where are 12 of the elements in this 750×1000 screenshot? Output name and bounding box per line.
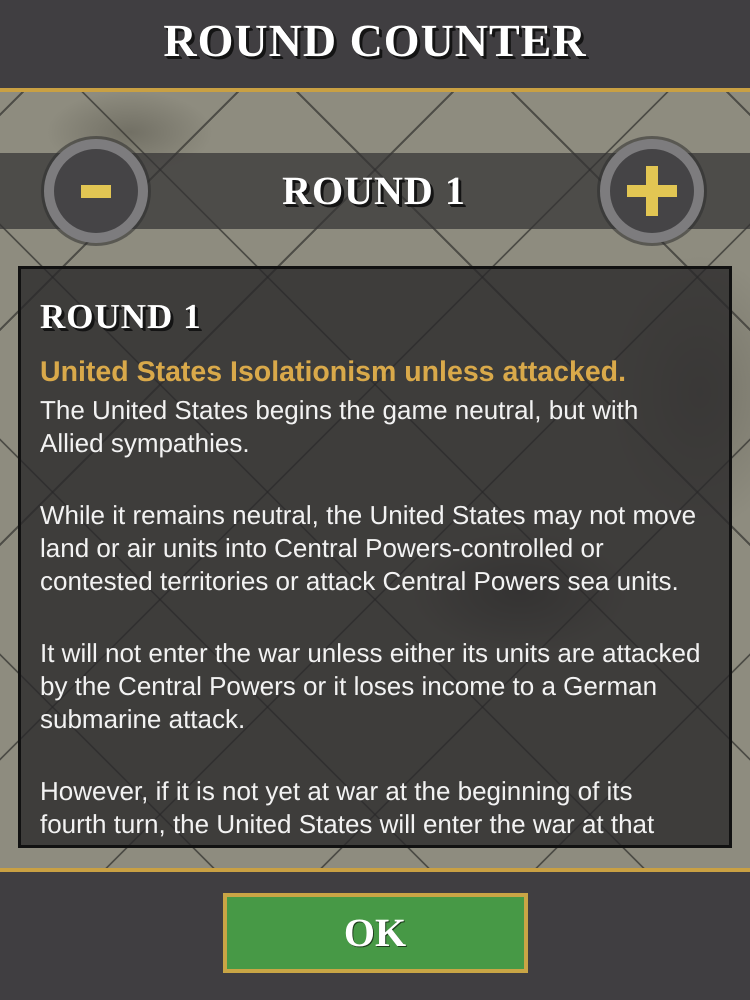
panel-paragraph: It will not enter the war unless either its units are attacked by the Central Powers or it loses income to a German submarine attack.	[40, 637, 702, 736]
panel-paragraph: The United States begins the game neutral, but with Allied sympathies.	[40, 394, 640, 460]
round-label: ROUND 1	[282, 171, 466, 211]
panel-subtitle: United States Isolationism unless attacked.	[40, 355, 628, 390]
panel-paragraph: While it remains neutral, the United States may not move land or air units into Central Powers-controlled or contested territories or attack Central Powers sea units.	[40, 499, 698, 598]
minus-icon	[81, 184, 111, 198]
ok-button[interactable]: OK	[222, 893, 528, 973]
panel-paragraph: However, if it is not yet at war at the beginning of its fourth turn, the United States will enter the war at that	[40, 775, 656, 841]
screen-title: ROUND COUNTER	[163, 18, 587, 64]
decrease-button[interactable]	[44, 139, 148, 243]
plus-icon	[626, 166, 677, 216]
panel-heading: ROUND 1	[40, 299, 203, 334]
